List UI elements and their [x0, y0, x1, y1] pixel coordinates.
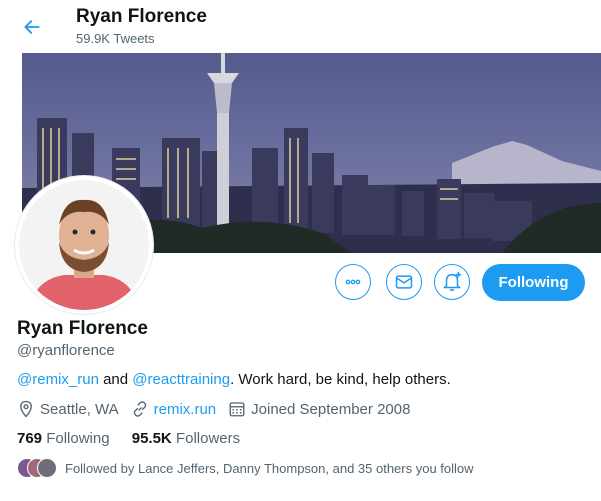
- joined-text: Joined September 2008: [251, 400, 411, 418]
- profile-stats: 769 Following 95.5K Followers: [17, 430, 258, 447]
- following-button[interactable]: Following: [482, 264, 585, 301]
- location: Seattle, WA: [17, 400, 119, 418]
- website-link[interactable]: remix.run: [154, 401, 217, 418]
- header-title: Ryan Florence: [76, 6, 207, 27]
- more-button[interactable]: [335, 264, 371, 300]
- bio-mention-remix[interactable]: @remix_run: [17, 371, 99, 388]
- notify-button[interactable]: [434, 264, 470, 300]
- website: remix.run: [131, 400, 217, 418]
- avatar: [37, 458, 57, 478]
- following-stat[interactable]: 769 Following: [17, 430, 110, 447]
- bio-text: and: [98, 371, 133, 388]
- profile-name: Ryan Florence: [17, 318, 148, 339]
- followers-stat[interactable]: 95.5K Followers: [132, 430, 240, 447]
- followed-by-text: Followed by Lance Jeffers, Danny Thompso…: [65, 460, 474, 476]
- more-horizontal-icon: [345, 279, 361, 285]
- joined: Joined September 2008: [228, 400, 410, 418]
- profile-header: Ryan Florence 59.9K Tweets: [0, 0, 601, 53]
- avatar-image: [19, 180, 149, 310]
- profile-meta: Seattle, WA remix.run Joined September 2…: [17, 400, 422, 418]
- followed-by[interactable]: Followed by Lance Jeffers, Danny Thompso…: [17, 458, 474, 478]
- bell-plus-icon: [442, 271, 462, 292]
- follower-avatars: [17, 458, 57, 478]
- tweet-count: 59.9K Tweets: [76, 31, 155, 46]
- link-icon: [133, 401, 146, 417]
- envelope-icon: [395, 275, 413, 289]
- profile-handle: @ryanflorence: [17, 342, 115, 359]
- avatar[interactable]: [15, 176, 153, 314]
- followers-label: Followers: [171, 430, 241, 447]
- location-text: Seattle, WA: [40, 400, 119, 418]
- back-button[interactable]: [18, 13, 46, 41]
- calendar-icon: [229, 402, 245, 417]
- followers-count: 95.5K: [131, 430, 172, 447]
- following-label: Following: [42, 430, 110, 447]
- bio-text: . Work hard, be kind, help others.: [230, 371, 451, 388]
- following-count: 769: [17, 430, 43, 447]
- profile-bio: @remix_run and @reacttraining. Work hard…: [17, 371, 451, 388]
- bio-mention-reacttraining[interactable]: @reacttraining: [132, 371, 230, 388]
- arrow-left-icon: [24, 20, 40, 34]
- message-button[interactable]: [386, 264, 422, 300]
- location-pin-icon: [20, 400, 32, 418]
